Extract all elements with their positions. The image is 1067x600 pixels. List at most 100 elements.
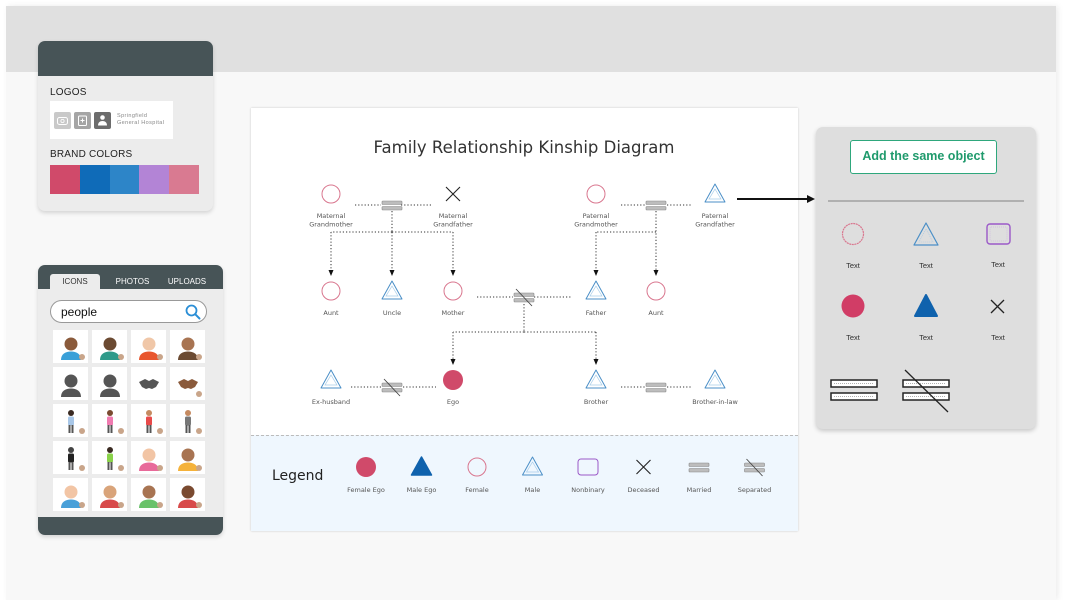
paternal-grandmother-label: Grandmother bbox=[574, 221, 618, 229]
icon-result[interactable] bbox=[170, 441, 205, 474]
married-symbol[interactable] bbox=[645, 200, 667, 211]
skin-tone-picker-icon[interactable] bbox=[118, 465, 124, 471]
maternal-grandmother[interactable]: MaternalGrandmother bbox=[309, 184, 353, 229]
palette-deceased-shape[interactable] bbox=[990, 299, 1005, 314]
logo-thumbnail[interactable]: Springfield General Hospital bbox=[50, 101, 173, 139]
brand-color-swatch[interactable] bbox=[50, 165, 80, 194]
icon-result[interactable] bbox=[131, 404, 166, 437]
icon-result[interactable] bbox=[131, 330, 166, 363]
separated-symbol[interactable] bbox=[381, 378, 403, 397]
palette-male-shape[interactable] bbox=[913, 222, 939, 246]
mother-label: Mother bbox=[442, 309, 465, 317]
ego[interactable]: Ego bbox=[443, 370, 463, 406]
legend-item-male-ego: Male Ego bbox=[407, 456, 436, 494]
paternal-grandfather-label: Grandfather bbox=[695, 221, 735, 229]
maternal-grandfather[interactable]: MaternalGrandfather bbox=[433, 186, 473, 229]
ambulance-logo-icon bbox=[54, 111, 71, 129]
icons-panel-footer bbox=[38, 517, 223, 535]
uncle[interactable]: Uncle bbox=[381, 280, 403, 317]
paternal-grandmother[interactable]: PaternalGrandmother bbox=[574, 184, 618, 229]
skin-tone-picker-icon[interactable] bbox=[196, 502, 202, 508]
skin-tone-picker-icon[interactable] bbox=[79, 465, 85, 471]
aunt-paternal[interactable]: Aunt bbox=[646, 281, 666, 317]
separated-symbol[interactable] bbox=[513, 288, 535, 307]
skin-tone-picker-icon[interactable] bbox=[196, 465, 202, 471]
brand-color-swatch[interactable] bbox=[79, 165, 110, 194]
icon-result[interactable] bbox=[131, 367, 166, 400]
skin-tone-picker-icon[interactable] bbox=[196, 354, 202, 360]
skin-tone-picker-icon[interactable] bbox=[157, 465, 163, 471]
legend-item-label: Female bbox=[465, 486, 489, 494]
icon-result[interactable] bbox=[131, 478, 166, 511]
palette-male-ego-shape[interactable] bbox=[914, 294, 938, 317]
family-members: MaternalGrandmotherMaternalGrandfatherPa… bbox=[309, 183, 738, 406]
tab-uploads[interactable]: UPLOADS bbox=[162, 274, 212, 289]
mother[interactable]: Mother bbox=[442, 281, 465, 317]
ex-husband-label: Ex-husband bbox=[312, 398, 350, 406]
icon-result[interactable] bbox=[170, 330, 205, 363]
icon-result[interactable] bbox=[170, 367, 205, 400]
skin-tone-picker-icon[interactable] bbox=[157, 428, 163, 434]
tab-icons[interactable]: ICONS bbox=[50, 274, 100, 289]
icon-result[interactable] bbox=[92, 404, 127, 437]
palette-female-ego-shape[interactable] bbox=[841, 294, 865, 318]
skin-tone-picker-icon[interactable] bbox=[118, 354, 124, 360]
icon-result[interactable] bbox=[92, 478, 127, 511]
palette-separated-shape[interactable] bbox=[902, 369, 950, 413]
paternal-grandmother-label: Paternal bbox=[583, 212, 610, 220]
palette-female-shape[interactable] bbox=[841, 222, 865, 246]
doctor-logo-icon bbox=[94, 111, 111, 129]
man-silhouette-icon bbox=[60, 374, 81, 397]
skin-tone-picker-icon[interactable] bbox=[118, 428, 124, 434]
icon-result[interactable] bbox=[170, 404, 205, 437]
palette-nonbinary-shape[interactable] bbox=[986, 223, 1011, 245]
kinship-diagram: Family Relationship Kinship Diagram Mate… bbox=[272, 138, 771, 494]
aunt-maternal[interactable]: Aunt bbox=[321, 281, 341, 317]
legend-item-female-ego: Female Ego bbox=[347, 457, 385, 494]
skin-tone-picker-icon[interactable] bbox=[157, 354, 163, 360]
brand-color-swatch[interactable] bbox=[169, 165, 199, 194]
icon-result[interactable] bbox=[131, 441, 166, 474]
brand-color-swatch[interactable] bbox=[109, 165, 140, 194]
married-symbol[interactable] bbox=[381, 200, 403, 211]
father-label: Father bbox=[586, 309, 607, 317]
icon-result[interactable] bbox=[53, 478, 88, 511]
legend-item-married: Married bbox=[687, 462, 711, 494]
skin-tone-picker-icon[interactable] bbox=[196, 428, 202, 434]
icon-result[interactable] bbox=[92, 441, 127, 474]
skin-tone-picker-icon[interactable] bbox=[157, 502, 163, 508]
legend-item-male: Male bbox=[522, 456, 543, 494]
tab-photos[interactable]: PHOTOS bbox=[110, 274, 155, 289]
icon-result[interactable] bbox=[92, 330, 127, 363]
icon-result[interactable] bbox=[53, 330, 88, 363]
icon-search-input[interactable]: people bbox=[50, 300, 207, 323]
skin-tone-picker-icon[interactable] bbox=[79, 428, 85, 434]
father[interactable]: Father bbox=[585, 280, 607, 317]
brother-in-law-label: Brother-in-law bbox=[692, 398, 738, 406]
legend-item-nonbinary: Nonbinary bbox=[571, 458, 605, 494]
icon-result[interactable] bbox=[53, 441, 88, 474]
skin-tone-picker-icon[interactable] bbox=[196, 391, 202, 397]
skin-tone-picker-icon[interactable] bbox=[79, 354, 85, 360]
icon-result[interactable] bbox=[53, 404, 88, 437]
relationship-line bbox=[453, 304, 596, 333]
skin-tone-picker-icon[interactable] bbox=[118, 502, 124, 508]
kinship-diagram-card[interactable]: Family Relationship Kinship Diagram Mate… bbox=[251, 108, 798, 531]
skin-tone-picker-icon[interactable] bbox=[79, 502, 85, 508]
maternal-grandmother-label: Maternal bbox=[317, 212, 346, 220]
brand-color-swatch[interactable] bbox=[139, 165, 170, 194]
brother-in-law[interactable]: Brother-in-law bbox=[692, 369, 738, 406]
icons-panel-header: ICONS PHOTOS UPLOADS bbox=[38, 265, 223, 289]
female-symbol-icon bbox=[467, 457, 487, 477]
icon-result[interactable] bbox=[92, 367, 127, 400]
married-symbol[interactable] bbox=[645, 382, 667, 393]
palette-married-shape[interactable] bbox=[830, 379, 878, 401]
paternal-grandfather[interactable]: PaternalGrandfather bbox=[695, 183, 735, 229]
icon-result[interactable] bbox=[170, 478, 205, 511]
brother[interactable]: Brother bbox=[584, 369, 609, 406]
search-icon[interactable] bbox=[185, 304, 201, 325]
ex-husband[interactable]: Ex-husband bbox=[312, 369, 350, 406]
icon-result[interactable] bbox=[53, 367, 88, 400]
palette-label-male-ego: Text bbox=[919, 333, 933, 342]
separated-symbol-icon bbox=[744, 458, 765, 477]
